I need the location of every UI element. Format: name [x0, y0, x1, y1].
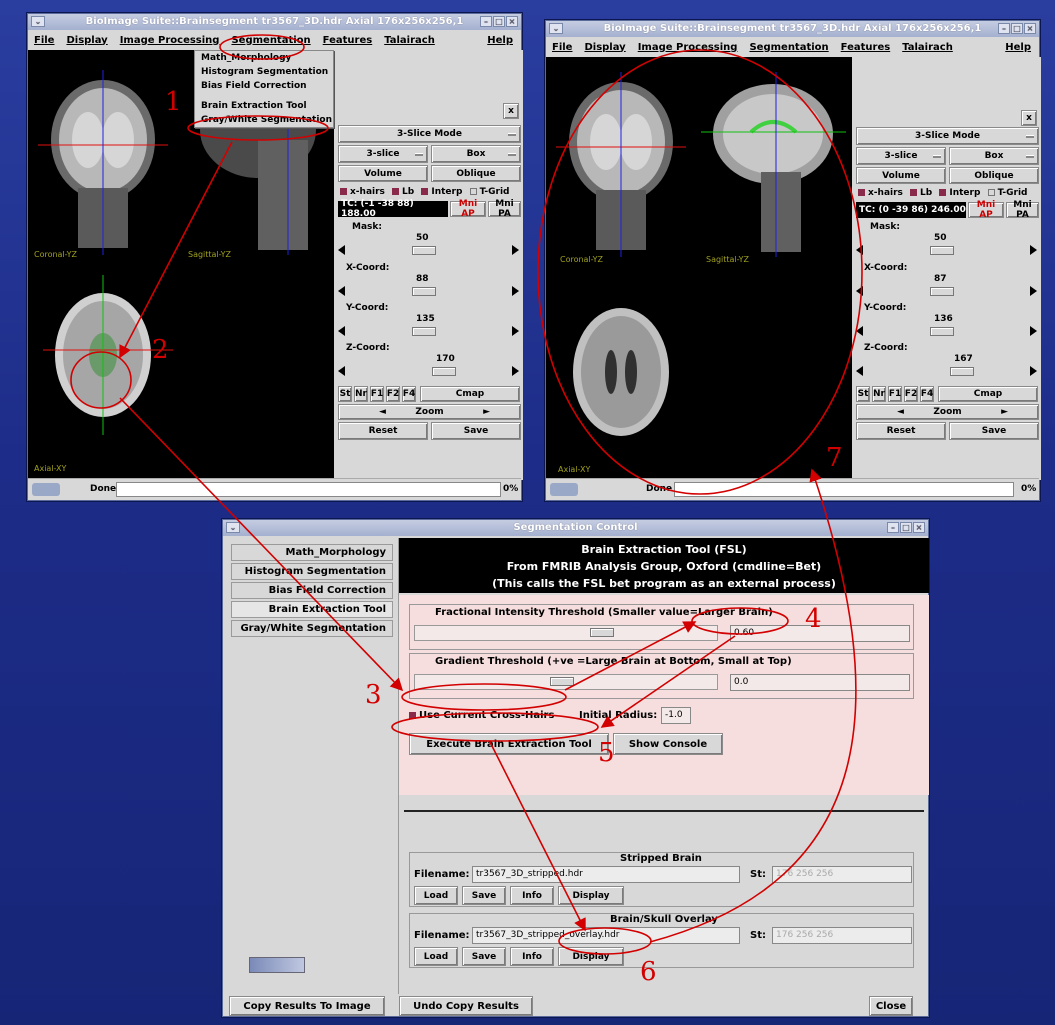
annotation-7: 7	[826, 443, 843, 473]
arrow-2-to-3	[119, 397, 404, 692]
circle-fit-value	[691, 607, 789, 635]
annotation-6: 6	[640, 957, 657, 987]
circle-result-viewer	[537, 49, 863, 495]
arrow-3-to-4	[564, 621, 697, 691]
arrow-1-to-2	[119, 141, 233, 359]
arrow-4-to-5	[600, 635, 736, 728]
annotation-1: 1	[165, 87, 182, 117]
circle-display-button	[558, 927, 652, 955]
annotation-3: 3	[365, 680, 382, 710]
annotation-2: 2	[152, 335, 169, 365]
arrow-5-to-6	[489, 741, 586, 932]
circle-segmentation-menu	[219, 34, 305, 60]
arrow-6-to-7	[649, 468, 857, 943]
annotation-overlay	[70, 34, 863, 955]
annotation-5: 5	[598, 738, 615, 768]
annotation-4: 4	[805, 604, 822, 634]
circle-execute-button	[391, 712, 599, 742]
circle-use-crosshairs	[401, 683, 567, 711]
circle-brain-extraction-item	[187, 115, 329, 141]
